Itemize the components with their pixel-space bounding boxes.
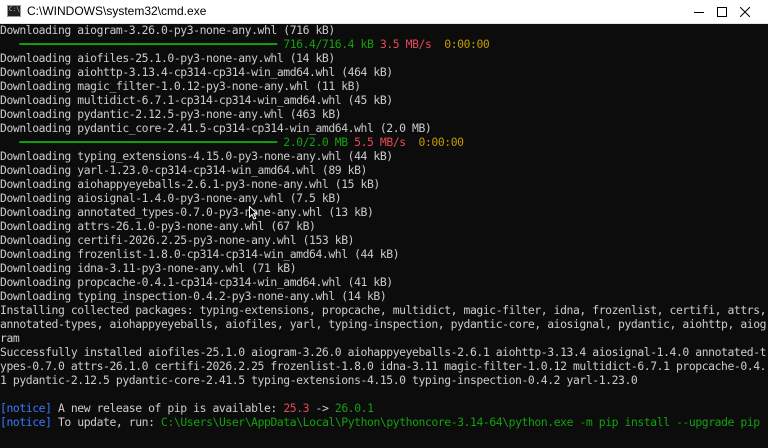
console-line: Downloading multidict-6.7.1-cp314-cp314-… [0,93,393,107]
new-version: 26.0.1 [334,401,374,415]
console-line: Downloading pydantic-2.12.5-py3-none-any… [0,107,342,121]
installing-line: Installing collected packages: typing-ex… [0,303,767,345]
notice-line: [notice] A new release of pip is availab… [0,401,374,415]
console-line: Downloading annotated_types-0.7.0-py3-no… [0,205,374,219]
progress-speed: 3.5 MB/s [379,37,432,51]
console-line: Downloading certifi-2026.2.25-py3-none-a… [0,233,355,247]
console-line: Downloading aiohttp-3.13.4-cp314-cp314-w… [0,65,393,79]
window-title: C:\WINDOWS\system32\cmd.exe [27,4,207,18]
progress-eta: 0:00:00 [444,37,490,51]
close-button[interactable] [722,0,768,23]
notice-text: A new release of pip is available: [57,401,277,415]
close-icon [740,6,750,17]
console-line: Downloading pydantic_core-2.41.5-cp314-c… [0,121,432,135]
notice-tag: [notice] [0,401,52,415]
mouse-cursor-icon [249,206,259,220]
console-line: Downloading aiogram-3.26.0-py3-none-any.… [0,23,335,37]
progress-bar: ━━━━━━━━━━━━━━━━━━━━━━━━━━━━━━━━━━━━━━━━ [19,37,277,51]
console-line: Downloading frozenlist-1.8.0-cp314-cp314… [0,247,400,261]
version-arrow: -> [315,401,329,415]
progress-size: 2.0/2.0 MB [283,135,348,149]
console-line: Downloading typing_inspection-0.4.2-py3-… [0,289,387,303]
console-output[interactable]: Downloading aiogram-3.26.0-py3-none-any.… [0,23,768,448]
console-line: Downloading typing_extensions-4.15.0-py3… [0,149,393,163]
upgrade-command: C:\Users\User\AppData\Local\Python\pytho… [161,415,760,429]
console-line: Downloading propcache-0.4.1-cp314-cp314-… [0,275,393,289]
progress-speed: 5.5 MB/s [354,135,406,149]
notice-text: To update, run: [57,415,155,429]
progress-bar: ━━━━━━━━━━━━━━━━━━━━━━━━━━━━━━━━━━━━━━━━ [19,135,277,149]
title-bar[interactable]: C:\WINDOWS\system32\cmd.exe [0,0,768,24]
progress-size: 716.4/716.4 kB [283,37,374,51]
console-line: Downloading yarl-1.23.0-cp314-cp314-win_… [0,163,367,177]
console-line: Downloading magic_filter-1.0.12-py3-none… [0,79,361,93]
console-line: Downloading aiofiles-25.1.0-py3-none-any… [0,51,335,65]
console-line: Downloading aiohappyeyeballs-2.6.1-py3-n… [0,177,380,191]
progress-line: ━━━━━━━━━━━━━━━━━━━━━━━━━━━━━━━━━━━━━━━━… [0,37,489,51]
console-line: Downloading attrs-26.1.0-py3-none-any.wh… [0,219,316,233]
notice-tag: [notice] [0,415,52,429]
notice-line: [notice] To update, run: C:\Users\User\A… [0,415,760,429]
console-line: Downloading idna-3.11-py3-none-any.whl (… [0,261,297,275]
success-line: Successfully installed aiofiles-25.1.0 a… [0,345,767,387]
console-line: Downloading aiosignal-1.4.0-py3-none-any… [0,191,342,205]
old-version: 25.3 [283,401,310,415]
progress-line: ━━━━━━━━━━━━━━━━━━━━━━━━━━━━━━━━━━━━━━━━… [0,135,464,149]
cmd-icon [7,5,21,17]
progress-eta: 0:00:00 [418,135,464,149]
